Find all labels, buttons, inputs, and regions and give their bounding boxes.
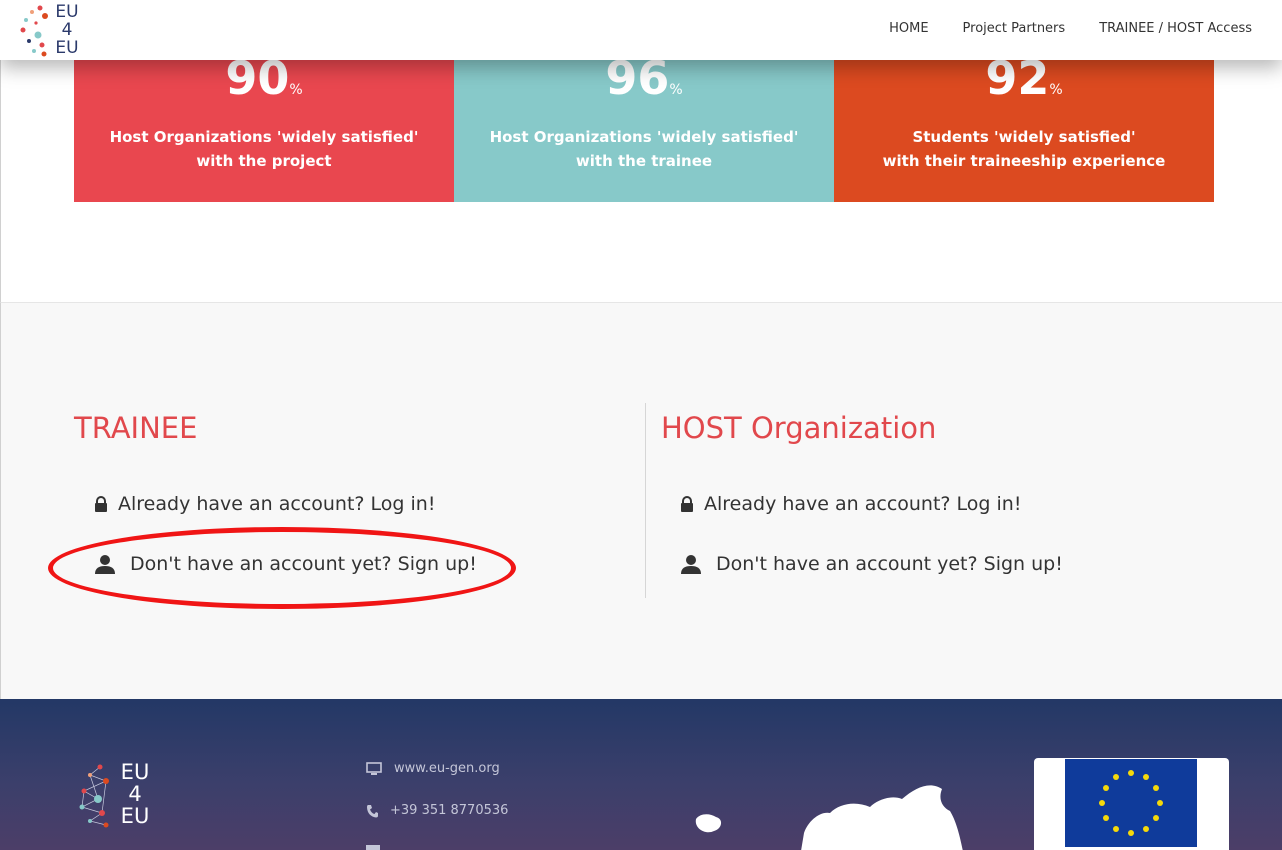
link-text: Already have an account? Log in!: [704, 493, 1022, 515]
footer-logo[interactable]: EU 4 EU: [76, 761, 156, 831]
nav-trainee-host-access[interactable]: TRAINEE / HOST Access: [1099, 21, 1252, 36]
website-text: www.eu-gen.org: [394, 761, 500, 776]
footer-website[interactable]: www.eu-gen.org: [366, 761, 500, 776]
network-dots-icon: [20, 5, 48, 57]
lock-icon: [95, 495, 107, 512]
network-dots-icon: [79, 764, 109, 828]
mail-icon: [366, 845, 380, 850]
stat-label: Host Organizations 'widely satisfied' wi…: [489, 128, 799, 170]
host-signup-link[interactable]: Don't have an account yet? Sign up!: [680, 553, 1063, 575]
footer-logo-wordmark: EU 4 EU: [120, 760, 150, 828]
red-annotation-ellipse: [48, 527, 516, 609]
footer-email-partial: [366, 845, 392, 850]
stat-label: Host Organizations 'widely satisfied' wi…: [109, 128, 419, 170]
user-icon: [681, 555, 701, 574]
trainee-login-link[interactable]: Already have an account? Log in!: [94, 493, 435, 515]
site-footer: EU 4 EU www.eu-gen.org +39 351 8770536: [0, 699, 1282, 850]
host-title: HOST Organization: [661, 411, 937, 445]
footer-phone[interactable]: +39 351 8770536: [366, 803, 508, 818]
stats-row: 90% Host Organizations 'widely satisfied…: [74, 42, 1214, 202]
phone-icon: [367, 804, 378, 817]
eu-stars-icon: [1099, 770, 1163, 836]
stat-label: Students 'widely satisfied' with their t…: [882, 128, 1166, 170]
host-login-link[interactable]: Already have an account? Log in!: [680, 493, 1021, 515]
stat-value: 90%: [225, 51, 303, 105]
eu-flag: [1065, 759, 1197, 847]
main-nav: HOME Project Partners TRAINEE / HOST Acc…: [889, 21, 1252, 36]
site-logo[interactable]: EU 4 EU: [18, 3, 84, 59]
nav-project-partners[interactable]: Project Partners: [963, 21, 1066, 36]
europe-map-icon: [695, 785, 963, 850]
phone-text: +39 351 8770536: [390, 803, 509, 818]
stat-value: 96%: [605, 51, 683, 105]
stat-host-trainee: 96% Host Organizations 'widely satisfied…: [454, 42, 834, 202]
stat-host-project: 90% Host Organizations 'widely satisfied…: [74, 42, 454, 202]
link-text: Already have an account? Log in!: [118, 493, 436, 515]
trainee-title: TRAINEE: [74, 411, 198, 445]
nav-home[interactable]: HOME: [889, 21, 928, 36]
monitor-icon: [366, 761, 382, 775]
site-header: EU 4 EU HOME Project Partners TRAINEE / …: [0, 0, 1282, 60]
stat-value: 92%: [985, 51, 1063, 105]
lock-icon: [681, 495, 693, 512]
link-text: Don't have an account yet? Sign up!: [716, 553, 1063, 575]
logo-wordmark: EU 4 EU: [55, 2, 79, 58]
stat-students: 92% Students 'widely satisfied' with the…: [834, 42, 1214, 202]
eu-flag-panel: [1034, 758, 1229, 850]
access-section: TRAINEE Already have an account? Log in!…: [0, 302, 1282, 699]
column-divider: [645, 403, 646, 598]
